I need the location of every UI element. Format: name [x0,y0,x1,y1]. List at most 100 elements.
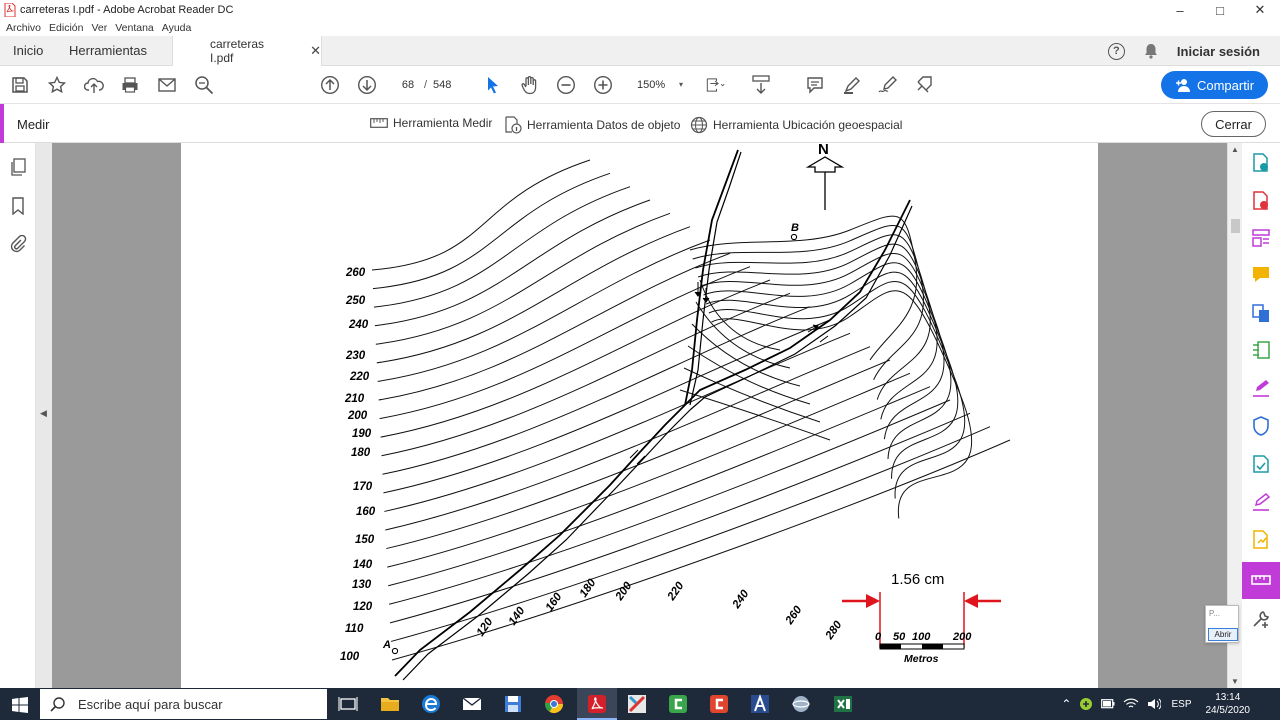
menu-ventana[interactable]: Ventana [115,22,154,34]
comment-icon[interactable] [805,75,825,95]
menu-edicion[interactable]: Edición [49,22,83,34]
prev-page-icon[interactable] [320,75,340,95]
right-arrow-icon [964,594,978,608]
scroll-down-icon[interactable]: ▼ [1231,677,1239,686]
search-icon [50,697,65,712]
tray-status-icon[interactable] [1079,697,1093,711]
bookmark-icon[interactable] [9,197,27,215]
create-pdf-icon[interactable] [1251,191,1271,211]
combine-files-icon[interactable] [1251,303,1271,323]
select-cursor-icon[interactable] [483,75,503,95]
measure-tool-button[interactable]: Herramienta Medir [370,116,492,130]
elevation-label-210: 210 [344,393,365,405]
minimize-button[interactable]: – [1160,0,1200,20]
road-trunk-edge [402,409,691,681]
camtasia-red-icon[interactable] [709,694,729,714]
elevation-label-200: 200 [347,410,368,422]
panel-title: Medir [17,117,50,132]
geospatial-tool-button[interactable]: Herramienta Ubicación geoespacial [690,116,902,134]
globe-app-icon[interactable] [791,694,811,714]
close-window-button[interactable]: ✕ [1240,0,1280,20]
paint-app-icon[interactable] [627,694,647,714]
pages-icon[interactable] [9,158,27,176]
tab-tools[interactable]: Herramientas [69,43,147,58]
sign-pen-icon[interactable] [878,75,898,95]
wifi-icon[interactable] [1123,698,1139,710]
send-track-icon[interactable] [1251,454,1271,474]
menu-ayuda[interactable]: Ayuda [162,22,192,34]
left-panel-toggle[interactable]: ◀ [36,143,52,688]
camtasia-green-icon[interactable] [668,694,688,714]
comment-tool-icon[interactable] [1251,265,1271,285]
file-explorer-icon[interactable] [380,694,400,714]
zoom-out-icon[interactable] [556,75,576,95]
next-page-icon[interactable] [357,75,377,95]
excel-icon[interactable] [833,694,853,714]
contour-line [372,172,611,290]
object-data-tool-button[interactable]: Herramienta Datos de objeto [504,116,680,134]
share-button[interactable]: Compartir [1161,71,1268,99]
elevation-label-bottom-140: 140 [507,605,528,628]
menu-ver[interactable]: Ver [91,22,107,34]
bell-icon[interactable] [1143,43,1159,59]
autocad-icon[interactable] [750,694,770,714]
mail-icon[interactable] [157,75,177,95]
language-indicator[interactable]: ESP [1171,699,1191,710]
scale-bar-segment [922,644,943,649]
clock[interactable]: 13:14 24/5/2020 [1206,691,1251,717]
print-icon[interactable] [120,75,140,95]
save-icon[interactable] [10,75,30,95]
taskbar-search-box[interactable]: Escribe aquí para buscar [40,689,327,719]
close-measure-button[interactable]: Cerrar [1201,111,1266,137]
tab-document[interactable]: carreteras I.pdf ✕ [172,36,322,66]
signin-link[interactable]: Iniciar sesión [1177,44,1260,59]
star-icon[interactable] [47,75,67,95]
volume-icon[interactable] [1147,698,1162,710]
zoom-select[interactable]: 150% ▾ [627,76,687,94]
redact-icon[interactable] [915,75,935,95]
maximize-button[interactable]: □ [1200,0,1240,20]
windows-start-icon[interactable] [12,697,28,713]
search-placeholder: Escribe aquí para buscar [78,696,223,712]
mail-app-icon[interactable] [462,694,482,714]
contour-line [376,226,691,364]
hand-tool-icon[interactable] [520,75,540,95]
scroll-mode-icon[interactable] [751,75,771,95]
help-icon[interactable]: ? [1107,42,1125,60]
contour-line [697,243,938,420]
export-pdf-icon[interactable] [1251,153,1271,173]
scroll-thumb[interactable] [1231,219,1240,233]
search-zoom-icon[interactable] [194,75,214,95]
title-bar: carreteras I.pdf - Adobe Acrobat Reader … [0,0,1280,20]
more-tools-icon[interactable] [1251,609,1271,629]
protect-shield-icon[interactable] [1251,416,1271,436]
elevation-label-150: 150 [355,534,375,546]
measure-ruler-icon[interactable] [1251,570,1271,590]
prepare-form-icon[interactable] [1251,530,1271,550]
request-signature-icon[interactable] [1251,492,1271,512]
battery-icon[interactable] [1101,699,1115,709]
cloud-upload-icon[interactable] [84,75,104,95]
clock-date: 24/5/2020 [1205,705,1251,716]
acrobat-app-icon[interactable] [587,694,607,714]
open-button[interactable]: Abrir [1208,628,1238,641]
zoom-in-icon[interactable] [593,75,613,95]
tray-chevron-icon[interactable]: ⌃ [1061,697,1071,711]
chrome-icon[interactable] [544,694,564,714]
organize-pages-icon[interactable] [1251,340,1271,360]
edit-pdf-icon[interactable] [1251,228,1271,248]
elevation-label-bottom-200: 200 [613,580,635,604]
menu-archivo[interactable]: Archivo [6,22,41,34]
fit-page-icon[interactable] [705,75,725,95]
save-app-icon[interactable] [503,694,523,714]
globe-icon [690,116,708,134]
tab-home[interactable]: Inicio [13,43,43,58]
page-number-input[interactable]: 68 [393,76,423,94]
fill-sign-icon[interactable] [1251,378,1271,398]
highlight-pen-icon[interactable] [842,75,862,95]
task-view-icon[interactable] [338,694,358,714]
edge-browser-icon[interactable] [421,694,441,714]
scroll-up-icon[interactable]: ▲ [1231,145,1239,154]
paperclip-icon[interactable] [9,235,27,253]
close-tab-icon[interactable]: ✕ [310,43,321,59]
